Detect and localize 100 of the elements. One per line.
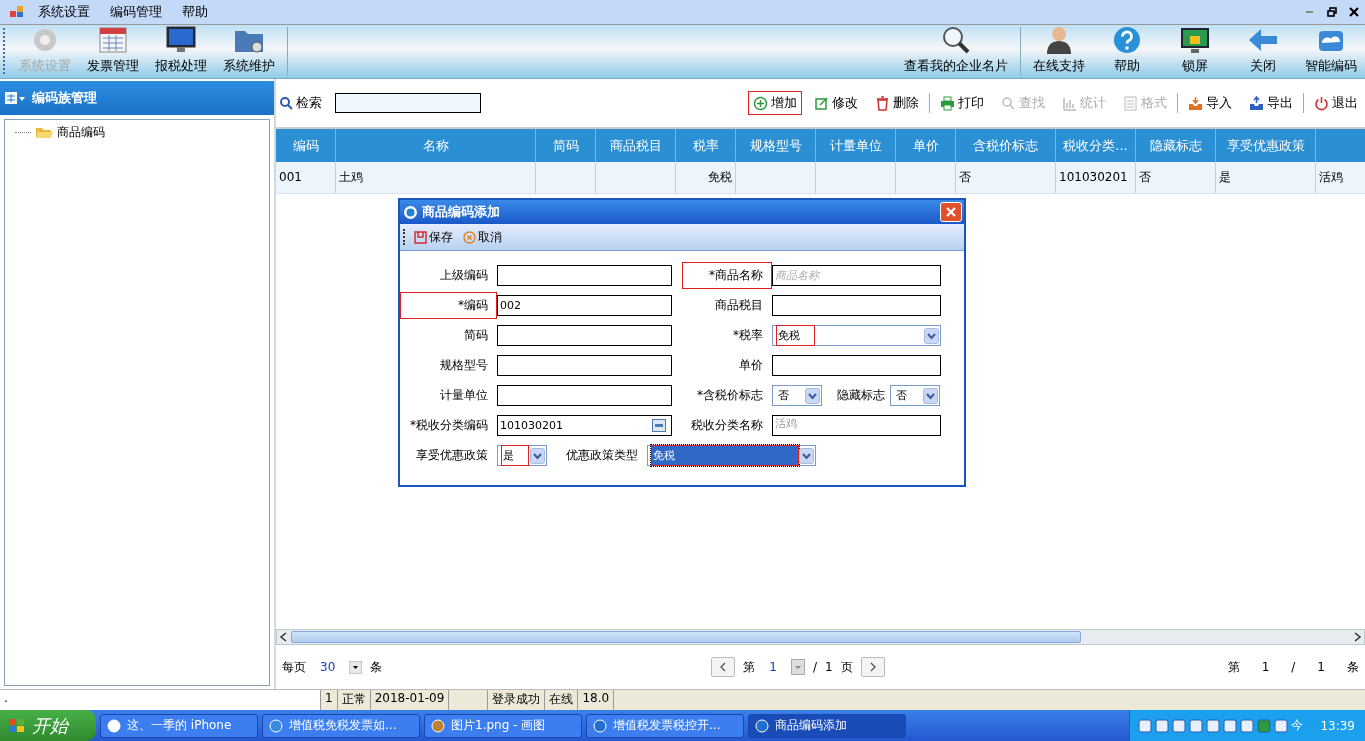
page-info: 1	[1317, 660, 1325, 674]
text-field[interactable]	[497, 265, 672, 286]
tray-icon[interactable]	[1206, 718, 1221, 733]
page-info: /	[1291, 660, 1296, 674]
start-button[interactable]: 开始	[0, 710, 96, 741]
action-button[interactable]: 增加	[748, 91, 802, 115]
close-icon	[945, 206, 957, 218]
dialog-toolbar-button[interactable]: 取消	[460, 228, 505, 246]
panel-title: 编码族管理	[32, 89, 97, 107]
tray-icon[interactable]	[1172, 718, 1187, 733]
text-field[interactable]: 002	[497, 295, 672, 316]
action-button[interactable]: 退出	[1309, 91, 1363, 115]
save-icon	[414, 230, 427, 244]
plus-circle-icon	[753, 95, 768, 111]
field-label: 计量单位	[439, 387, 489, 404]
taskbar-button[interactable]: 增值税发票税控开...	[586, 713, 744, 738]
field-label: 规格型号	[439, 357, 489, 374]
tree-item[interactable]: 商品编码	[57, 124, 105, 141]
app-icon	[10, 6, 24, 18]
toolbar-button[interactable]: 帮助	[1093, 25, 1161, 78]
field-label: 隐藏标志	[836, 387, 886, 404]
search-field[interactable]	[335, 93, 481, 113]
windows-logo-icon	[8, 717, 26, 734]
action-button[interactable]: 修改	[809, 91, 863, 115]
field-label: *税率	[732, 327, 764, 344]
field-label: *含税价标志	[696, 387, 764, 404]
dropdown-field[interactable]: 免税	[772, 325, 941, 346]
text-field[interactable]	[772, 355, 941, 376]
tray-icon[interactable]	[1155, 718, 1170, 733]
page-separator: /	[812, 660, 817, 674]
table-cell: 否	[1136, 162, 1216, 193]
field-label: *商品名称	[682, 262, 772, 289]
toolbar-button[interactable]: 发票管理	[79, 25, 147, 78]
tray-icon[interactable]	[1240, 718, 1255, 733]
dropdown-field[interactable]: 否	[772, 385, 822, 406]
readonly-field: 活鸡	[772, 415, 941, 436]
taskbar-button[interactable]: 商品编码添加	[748, 713, 906, 738]
app-icon	[107, 718, 121, 733]
toolbar-button[interactable]: 智能编码	[1297, 25, 1365, 78]
field-label: 简码	[463, 327, 489, 344]
toolbar-button[interactable]: 在线支持	[1025, 25, 1093, 78]
tray-icon[interactable]	[1189, 718, 1204, 733]
text-field[interactable]	[497, 325, 672, 346]
text-field[interactable]: 商品名称	[772, 265, 941, 286]
edit-icon	[814, 95, 829, 111]
page-info: 1	[1261, 660, 1270, 674]
grid-menu-icon[interactable]	[4, 91, 26, 105]
clock: 13:39	[1320, 718, 1355, 733]
action-button[interactable]: 导入	[1183, 91, 1237, 115]
text-field[interactable]	[772, 295, 941, 316]
grid-document-icon	[97, 25, 129, 55]
lookup-field[interactable]: 101030201	[497, 415, 672, 436]
tray-icon[interactable]	[1274, 718, 1289, 733]
dropdown-field[interactable]: 否	[890, 385, 940, 406]
trash-icon	[875, 95, 890, 111]
taskbar-button[interactable]: 增值税免税发票如...	[262, 713, 420, 738]
toolbar-button[interactable]: 报税处理	[147, 25, 215, 78]
dialog-toolbar-button[interactable]: 保存	[411, 228, 456, 246]
status-cell: .	[0, 690, 321, 710]
dropdown-field[interactable]: 是	[497, 445, 547, 466]
taskbar-button[interactable]: 图片1.png - 画图	[424, 713, 582, 738]
page-label: 第	[743, 658, 756, 676]
toolbar-button[interactable]: 查看我的企业名片	[896, 25, 1016, 78]
menu-item[interactable]: 帮助	[182, 3, 208, 21]
monitor-icon	[165, 25, 197, 55]
per-page-unit: 条	[370, 658, 383, 676]
toolbar-button[interactable]: 关闭	[1229, 25, 1297, 78]
taskbar-button[interactable]: 这、一季的 iPhone	[100, 713, 258, 738]
menu-item[interactable]: 编码管理	[110, 3, 162, 21]
search-icon	[1001, 95, 1016, 111]
app-icon	[269, 718, 283, 733]
tray-icon[interactable]	[1223, 718, 1238, 733]
lock-monitor-icon	[1179, 25, 1211, 55]
tray-out-icon	[1249, 95, 1264, 111]
lookup-icon[interactable]	[652, 419, 666, 432]
page-total: 1	[825, 660, 833, 674]
page-unit: 页	[840, 658, 853, 676]
text-field[interactable]	[497, 385, 672, 406]
restore-icon[interactable]	[1327, 7, 1337, 17]
action-button[interactable]: 导出	[1244, 91, 1298, 115]
toolbar-button[interactable]: 锁屏	[1161, 25, 1229, 78]
menu-item[interactable]: 系统设置	[38, 3, 90, 21]
action-button[interactable]: 删除	[870, 91, 924, 115]
power-icon	[1314, 95, 1329, 111]
close-icon[interactable]	[1349, 7, 1359, 17]
tray-icon[interactable]	[1138, 718, 1153, 733]
tray-in-icon	[1188, 95, 1203, 111]
magnifier-icon	[940, 25, 972, 55]
horizontal-scrollbar[interactable]	[276, 629, 1365, 645]
dialog-title: 商品编码添加	[422, 203, 500, 221]
text-field[interactable]	[497, 355, 672, 376]
dropdown-field[interactable]: 免税	[647, 445, 816, 466]
field-label: 商品税目	[714, 297, 764, 314]
dropdown-icon[interactable]	[349, 660, 363, 674]
app-icon	[755, 718, 769, 733]
per-page-label: 每页	[282, 658, 306, 676]
action-button[interactable]: 打印	[935, 91, 989, 115]
close-button[interactable]	[940, 202, 962, 222]
toolbar-button[interactable]: 系统维护	[215, 25, 283, 78]
field-label: 单价	[738, 357, 764, 374]
